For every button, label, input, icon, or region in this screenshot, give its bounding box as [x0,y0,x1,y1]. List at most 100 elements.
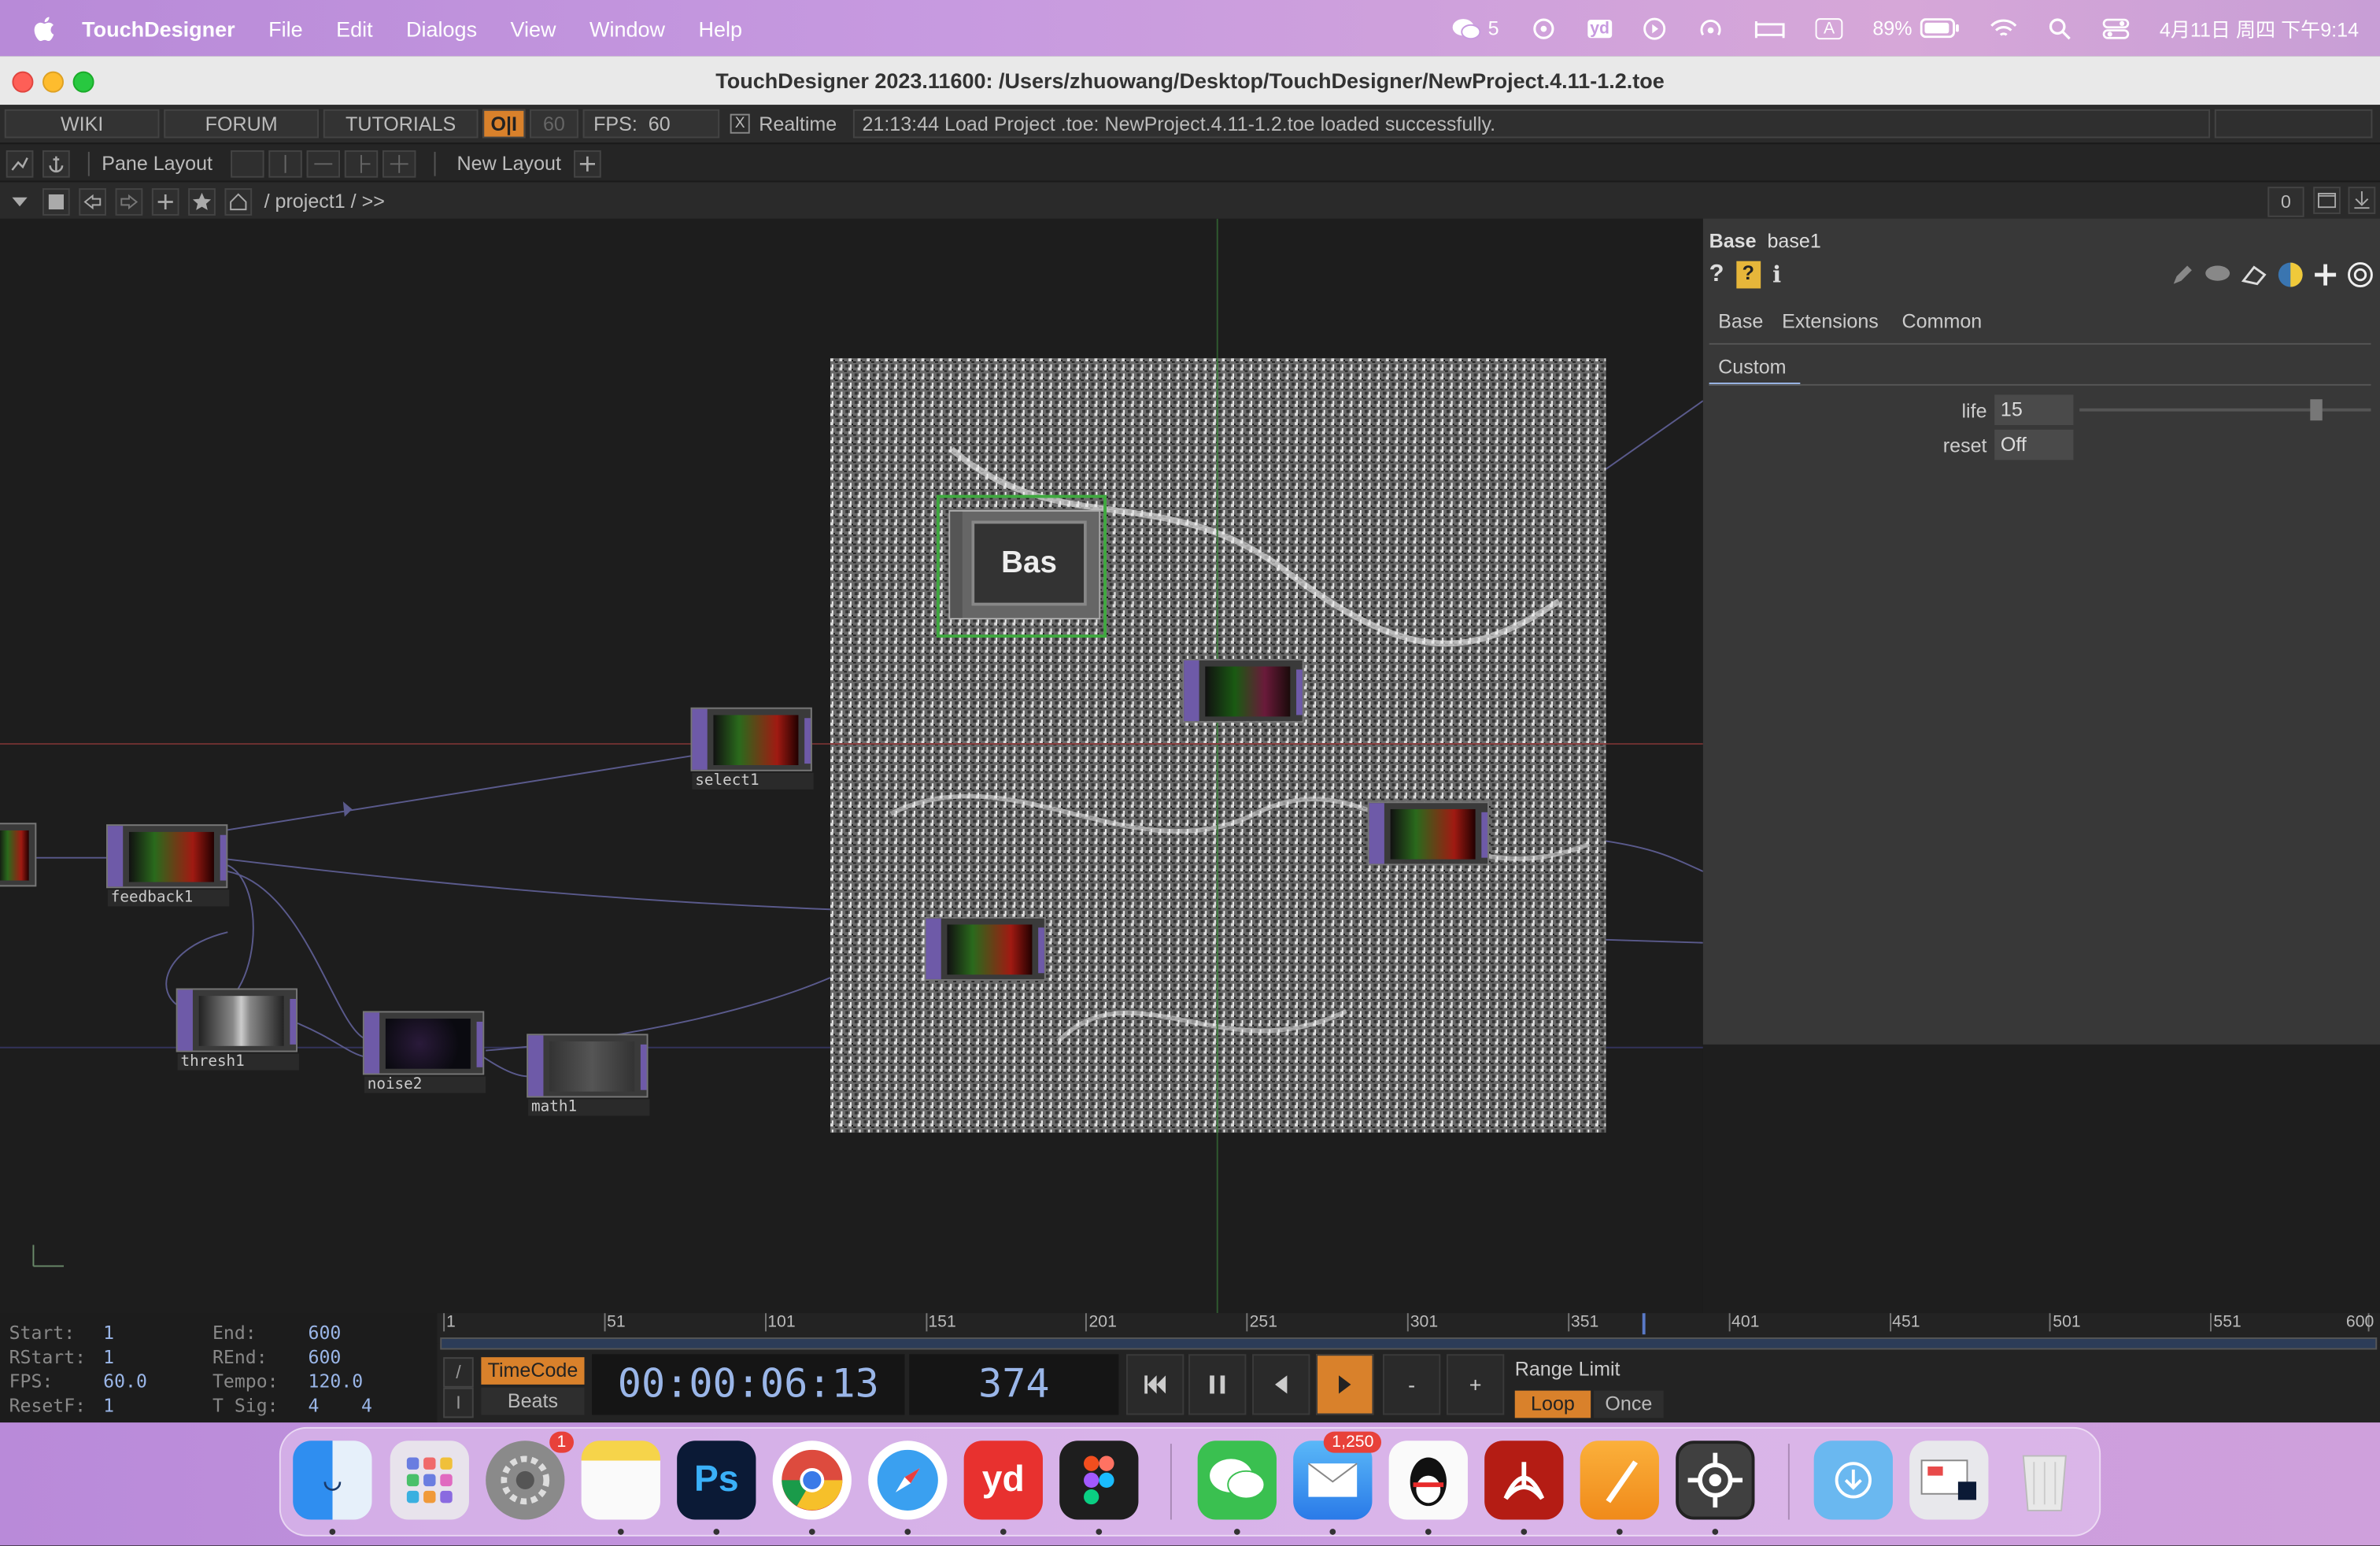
noise2-node[interactable]: noise2 [362,1011,486,1093]
layout-three-icon[interactable] [344,149,379,177]
python-help-icon[interactable]: ? [1735,261,1761,289]
zoom-window-button[interactable] [72,71,94,93]
info-icon[interactable]: i [1772,261,1781,289]
figma-icon[interactable] [1059,1441,1139,1520]
trash-icon[interactable] [2005,1441,2084,1519]
input-mode[interactable]: A [1816,17,1842,39]
forward-arrow-icon[interactable] [115,187,143,215]
notes-icon[interactable] [581,1441,660,1520]
tsig-b[interactable]: 4 [361,1395,372,1416]
pages-icon[interactable] [1580,1441,1659,1520]
network-path[interactable]: / project1 / >> [264,190,385,213]
menu-dialogs[interactable]: Dialogs [406,16,477,40]
chevron-down-icon[interactable] [6,187,34,215]
tab-extensions[interactable]: Extensions [1782,309,1879,332]
thresh1-node[interactable]: thresh1 [176,988,299,1071]
pause-button[interactable] [1188,1354,1247,1415]
feedback1-node[interactable]: feedback1 [106,824,230,907]
battery-status[interactable]: 89% [1872,17,1959,39]
tab-common[interactable]: Common [1902,309,1983,332]
touchdesigner-icon[interactable] [1676,1441,1755,1520]
minimize-window-button[interactable] [42,71,65,93]
rewind-button[interactable] [1126,1354,1184,1415]
menu-help[interactable]: Help [698,16,742,40]
forum-button[interactable]: FORUM [164,109,320,139]
menu-view[interactable]: View [511,16,556,40]
app-menu[interactable]: TouchDesigner [82,16,235,40]
end-value[interactable]: 600 [309,1322,342,1344]
play-circle-icon[interactable] [1643,16,1667,40]
realtime-toggle[interactable]: X Realtime [724,109,848,139]
resetf-value[interactable]: 1 [103,1395,114,1416]
frame-display[interactable]: 374 [909,1354,1119,1415]
add-layout-icon[interactable] [573,149,601,177]
fps-value[interactable]: 60.0 [103,1371,147,1393]
download-icon[interactable] [2348,187,2376,214]
pencil-icon[interactable] [2171,263,2195,287]
add-icon[interactable] [151,187,179,215]
layout-split-vertical-icon[interactable] [268,149,302,177]
perform-mode-button[interactable]: O|I [482,109,526,139]
close-window-button[interactable] [12,71,34,93]
tempo-value[interactable]: 120.0 [309,1371,364,1393]
eraser-icon[interactable] [2241,263,2268,287]
new-layout-label[interactable]: New Layout [457,152,561,175]
back-arrow-icon[interactable] [79,187,107,215]
select1-node[interactable]: select1 [690,707,814,790]
target-icon[interactable] [2347,261,2374,289]
op-name[interactable]: base1 [1767,229,1820,252]
realtime-checkbox[interactable]: X [730,113,750,134]
tab-custom[interactable]: Custom [1718,355,1786,378]
anchor-icon[interactable] [42,149,70,177]
stop-icon[interactable] [42,187,70,215]
life-slider[interactable] [2079,399,2371,421]
menu-file[interactable]: File [268,16,303,40]
qq-icon[interactable] [1388,1441,1468,1520]
top-node[interactable] [1182,659,1304,723]
once-button[interactable]: Once [1594,1390,1664,1418]
layout-quad-icon[interactable] [382,149,416,177]
network-editor[interactable]: Bas select1 feedback1 thresh1 noise2 mat… [0,218,1703,1314]
step-minus-button[interactable]: - [1382,1354,1441,1415]
menu-window[interactable]: Window [589,16,665,40]
mail-icon[interactable]: 1,250 [1293,1431,1382,1520]
playhead[interactable] [1641,1313,1645,1335]
timeline-i-button[interactable]: I [443,1387,474,1418]
wechat-app-icon[interactable] [1197,1441,1277,1520]
layout-split-horizontal-icon[interactable] [306,149,341,177]
start-value[interactable]: 1 [103,1322,114,1344]
youdao-icon[interactable]: yd [963,1441,1043,1520]
step-back-button[interactable] [1252,1354,1310,1415]
rstart-value[interactable]: 1 [103,1347,114,1368]
wechat-status[interactable]: 5 [1451,16,1499,40]
timecode-mode-button[interactable]: TimeCode [481,1357,585,1385]
wifi-icon[interactable] [1990,17,2017,39]
youdao-status[interactable]: yd [1587,19,1613,38]
beats-mode-button[interactable]: Beats [481,1387,585,1415]
math1-node[interactable]: math1 [527,1034,650,1116]
help-icon[interactable]: ? [1709,261,1724,289]
control-center-icon[interactable] [2102,16,2130,40]
finder-icon[interactable]: ◡ [293,1441,372,1520]
photoshop-icon[interactable]: Ps [677,1441,756,1520]
timeline-slash-button[interactable]: / [443,1357,474,1388]
tsig-a[interactable]: 4 [309,1395,320,1416]
search-icon[interactable] [2047,16,2071,40]
timecode-display[interactable]: 00:00:06:13 [592,1354,905,1415]
menu-edit[interactable]: Edit [336,16,373,40]
rend-value[interactable]: 600 [309,1347,342,1368]
home-icon[interactable] [224,187,253,215]
fps-cap[interactable]: 60 [530,109,578,139]
downloads-folder-icon[interactable] [1813,1441,1893,1520]
loop-button[interactable]: Loop [1514,1390,1591,1418]
base1-node[interactable]: Bas [936,494,1107,638]
airdrop-icon[interactable] [1698,16,1725,40]
recent-files-stack-icon[interactable] [1909,1441,1989,1520]
maximize-pane-icon[interactable] [2313,187,2341,214]
network-icon[interactable] [6,149,34,177]
reset-toggle[interactable]: Off [1994,429,2074,460]
comment-icon[interactable] [2204,263,2231,287]
safari-icon[interactable] [868,1441,948,1520]
clock[interactable]: 4月11日 周四 下午9:14 [2160,13,2359,43]
top-node[interactable] [924,916,1046,981]
